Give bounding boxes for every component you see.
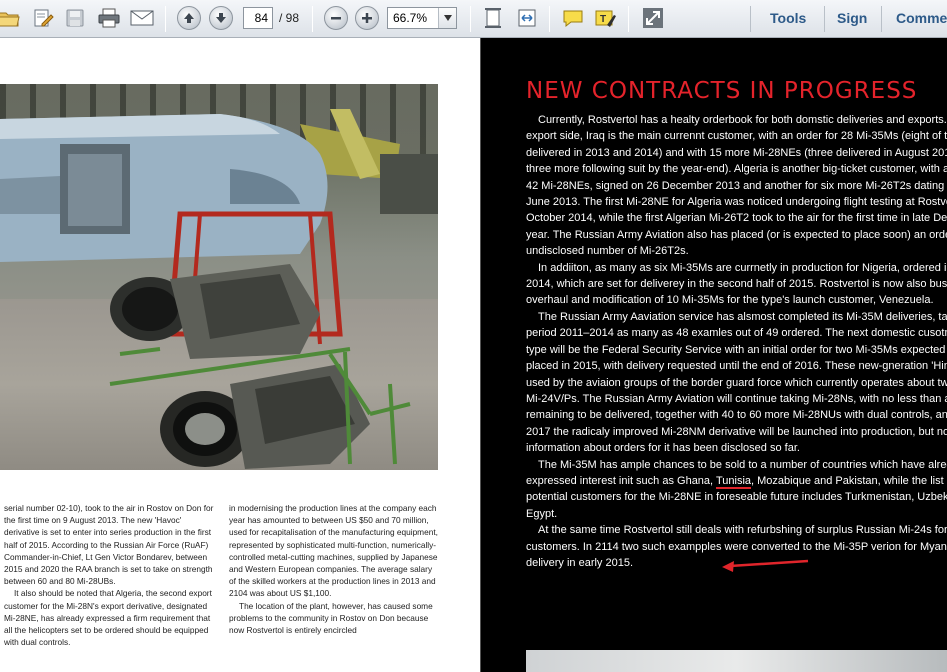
page-down-icon[interactable] bbox=[209, 6, 233, 30]
paragraph: The Mi-35M has ample chances to be sold … bbox=[526, 457, 947, 523]
zoom-in-icon[interactable] bbox=[355, 6, 379, 30]
zoom-out-icon[interactable] bbox=[324, 6, 348, 30]
page-up-icon[interactable] bbox=[177, 6, 201, 30]
highlighted-word: Tunisia bbox=[715, 474, 752, 489]
save-icon[interactable] bbox=[62, 5, 88, 31]
open-folder-icon[interactable] bbox=[0, 5, 22, 31]
page-number-input[interactable]: 84 bbox=[243, 7, 273, 29]
paragraph: Currently, Rostvertol has a healty order… bbox=[526, 114, 947, 258]
paragraph: The Russian Army Aaviation service has a… bbox=[526, 310, 947, 455]
article-photo bbox=[526, 650, 947, 672]
print-icon[interactable] bbox=[96, 5, 122, 31]
hangar-photo bbox=[0, 84, 438, 470]
comment-link[interactable]: Comme bbox=[896, 10, 947, 26]
email-icon[interactable] bbox=[129, 5, 155, 31]
tools-link[interactable]: Tools bbox=[770, 10, 806, 26]
highlight-icon[interactable]: T bbox=[592, 5, 618, 31]
zoom-value: 66.7% bbox=[393, 11, 428, 25]
zoom-select[interactable]: 66.7% bbox=[387, 7, 457, 29]
fit-width-icon[interactable] bbox=[514, 5, 540, 31]
section-headline: NEW CONTRACTS IN PROGRESS bbox=[526, 78, 918, 104]
document-viewer[interactable]: serial number 02-10), took to the air in… bbox=[0, 38, 947, 672]
fit-page-icon[interactable] bbox=[480, 5, 506, 31]
edit-icon[interactable] bbox=[30, 5, 56, 31]
svg-text:T: T bbox=[600, 14, 606, 25]
right-page: NEW CONTRACTS IN PROGRESS Currently, Ros… bbox=[482, 38, 947, 672]
toolbar: 84 / 98 66.7% T Tools Sign Comme bbox=[0, 0, 947, 38]
paragraph: in modernising the production lines at t… bbox=[229, 503, 438, 599]
left-page: serial number 02-10), took to the air in… bbox=[0, 38, 481, 672]
left-column-text: serial number 02-10), took to the air in… bbox=[4, 502, 216, 648]
annotation-arrow-icon bbox=[722, 559, 809, 572]
comment-icon[interactable] bbox=[560, 5, 586, 31]
paragraph: The location of the plant, however, has … bbox=[229, 600, 433, 636]
fullscreen-icon[interactable] bbox=[640, 5, 666, 31]
article-text: Currently, Rostvertol has a healty order… bbox=[526, 112, 947, 571]
page-total: / 98 bbox=[279, 11, 300, 25]
sign-link[interactable]: Sign bbox=[837, 10, 867, 26]
paragraph: serial number 02-10), took to the air in… bbox=[4, 503, 214, 587]
paragraph: In addiiton, as many as six Mi-35Ms are … bbox=[526, 261, 947, 307]
chevron-down-icon[interactable] bbox=[438, 8, 456, 28]
middle-column-text: in modernising the production lines at t… bbox=[229, 502, 441, 636]
paragraph: It also should be noted that Algeria, th… bbox=[4, 588, 212, 648]
